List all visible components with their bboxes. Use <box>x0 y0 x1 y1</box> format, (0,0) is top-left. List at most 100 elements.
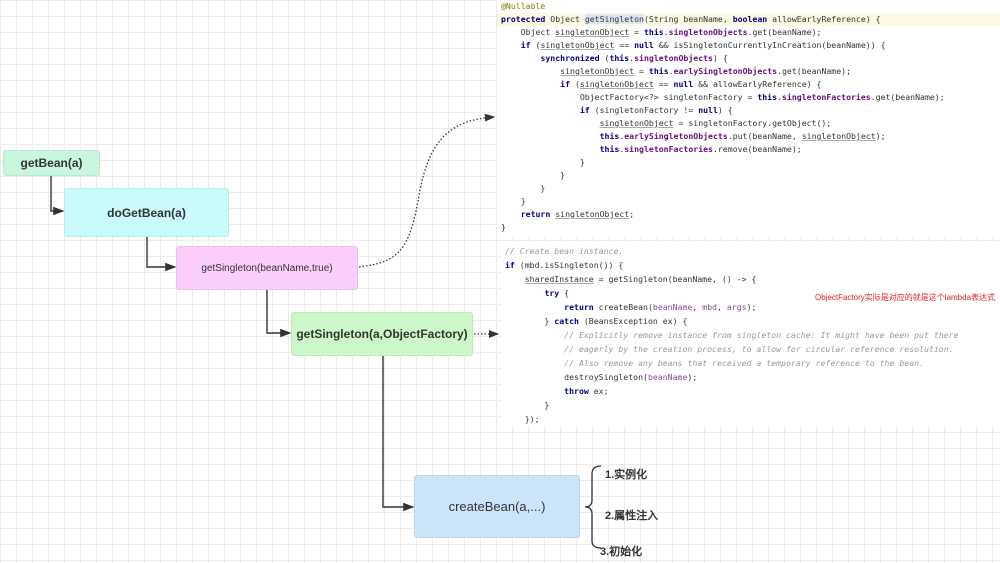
code-panel-get-singleton: @Nullable protected Object getSingleton(S… <box>497 0 1000 238</box>
code-line: ObjectFactory<?> singletonFactory = this… <box>501 91 945 104</box>
code-line: synchronized (this.singletonObjects) { <box>501 52 727 65</box>
code-line: this.singletonFactories.remove(beanName)… <box>501 143 802 156</box>
code-token: protected <box>501 14 546 24</box>
code-token: (singletonFactory != <box>589 105 699 115</box>
code-token: this <box>599 144 620 154</box>
node-label: createBean(a,...) <box>448 499 546 514</box>
node-get-singleton-early[interactable]: getSingleton(beanName,true) <box>176 246 358 290</box>
code-token: (BeansException ex) { <box>578 316 688 326</box>
code-line: return createBean(beanName, mbd, args); <box>505 301 756 314</box>
code-token: }); <box>505 414 540 424</box>
code-token: ex; <box>588 386 609 396</box>
code-token: createBean( <box>593 302 653 312</box>
code-line: }); <box>505 413 540 426</box>
code-token: if <box>560 79 571 89</box>
code-token: ; <box>629 209 635 219</box>
code-token: beanName <box>647 372 688 382</box>
code-token: .put(beanName, <box>727 131 802 141</box>
code-token: synchronized <box>540 53 600 63</box>
code-token: // Explicitly remove instance from singl… <box>505 330 959 340</box>
code-line: if (singletonObject == null && allowEarl… <box>501 78 821 91</box>
code-line: if (singletonFactory != null) { <box>501 104 733 117</box>
code-token: null <box>698 105 718 115</box>
code-line: @Nullable <box>501 0 545 13</box>
code-token: ( <box>530 40 541 50</box>
code-line: } <box>501 221 506 234</box>
code-token: this <box>757 92 778 102</box>
code-token: earlySingletonObjects <box>624 131 728 141</box>
arrow-getsingleton-to-factory <box>266 290 292 338</box>
code-token: return <box>520 209 551 219</box>
node-label: getSingleton(a,ObjectFactory) <box>296 326 468 341</box>
code-line: } <box>501 169 565 182</box>
code-token: getSingleton <box>584 14 644 24</box>
code-token: = <box>629 27 644 37</box>
code-token: == <box>614 40 635 50</box>
code-token: (String beanName, <box>643 14 733 24</box>
node-label: getBean(a) <box>20 156 83 170</box>
code-line: } <box>501 182 545 195</box>
node-label: doGetBean(a) <box>107 205 186 220</box>
code-token: ) { <box>717 105 733 115</box>
code-token: return <box>564 302 594 312</box>
step-instantiate: 1.实例化 <box>605 469 648 481</box>
code-token: earlySingletonObjects <box>673 66 778 76</box>
code-token: } <box>501 170 566 180</box>
code-line: if (mbd.isSingleton()) { <box>505 259 623 272</box>
node-label: getSingleton(beanName,true) <box>201 262 333 274</box>
code-token: } <box>501 196 526 206</box>
code-token: singletonFactories <box>624 144 713 154</box>
code-token: try <box>544 288 560 298</box>
code-token: } <box>501 183 546 193</box>
node-get-singleton-factory[interactable]: getSingleton(a,ObjectFactory) <box>291 312 473 356</box>
code-token: destroySingleton( <box>505 372 648 382</box>
code-token: singletonObject <box>579 79 654 89</box>
code-token: ( <box>570 79 580 89</box>
node-get-bean[interactable]: getBean(a) <box>3 150 100 176</box>
step-initialize: 3.初始化 <box>600 546 643 558</box>
code-token: && isSingletonCurrentlyInCreation(beanNa… <box>653 40 886 50</box>
code-line: } <box>505 399 549 412</box>
code-token: singletonObject <box>555 209 630 219</box>
code-line: destroySingleton(beanName); <box>505 371 697 384</box>
code-token: // Also remove any beans that received a… <box>505 358 924 368</box>
code-token: ( <box>599 53 610 63</box>
code-token: this <box>643 27 664 37</box>
code-token: .get(beanName); <box>747 27 822 37</box>
code-token: // Create bean instance. <box>505 246 624 256</box>
code-token: if <box>505 260 515 270</box>
code-token: mbd <box>702 302 717 312</box>
code-token: == <box>653 79 674 89</box>
code-line: Object singletonObject = this.singletonO… <box>501 26 822 39</box>
node-create-bean[interactable]: createBean(a,...) <box>414 475 580 538</box>
code-token: ObjectFactory<?> singletonFactory = <box>501 92 758 102</box>
code-token: this <box>648 66 669 76</box>
code-line: this.earlySingletonObjects.put(beanName,… <box>501 130 886 143</box>
code-line: // Explicitly remove instance from singl… <box>505 329 959 342</box>
code-token: } <box>505 316 555 326</box>
step-populate: 2.属性注入 <box>605 510 659 522</box>
code-line: sharedInstance = getSingleton(beanName, … <box>505 273 757 286</box>
node-do-get-bean[interactable]: doGetBean(a) <box>64 188 229 237</box>
code-token: null <box>673 79 694 89</box>
code-line: // Also remove any beans that received a… <box>505 357 924 370</box>
code-token: args <box>726 302 747 312</box>
code-line: if (singletonObject == null && isSinglet… <box>501 39 886 52</box>
code-token: ); <box>687 372 698 382</box>
code-token: Object <box>501 27 556 37</box>
code-token: singletonObjects <box>634 53 713 63</box>
code-token: this <box>609 53 630 63</box>
code-line: } catch (BeansException ex) { <box>505 315 687 328</box>
code-token: if <box>579 105 590 115</box>
code-token: (mbd.isSingleton()) { <box>514 260 624 270</box>
code-token: // eagerly by the creation process, to a… <box>505 344 954 354</box>
code-token: if <box>520 40 531 50</box>
